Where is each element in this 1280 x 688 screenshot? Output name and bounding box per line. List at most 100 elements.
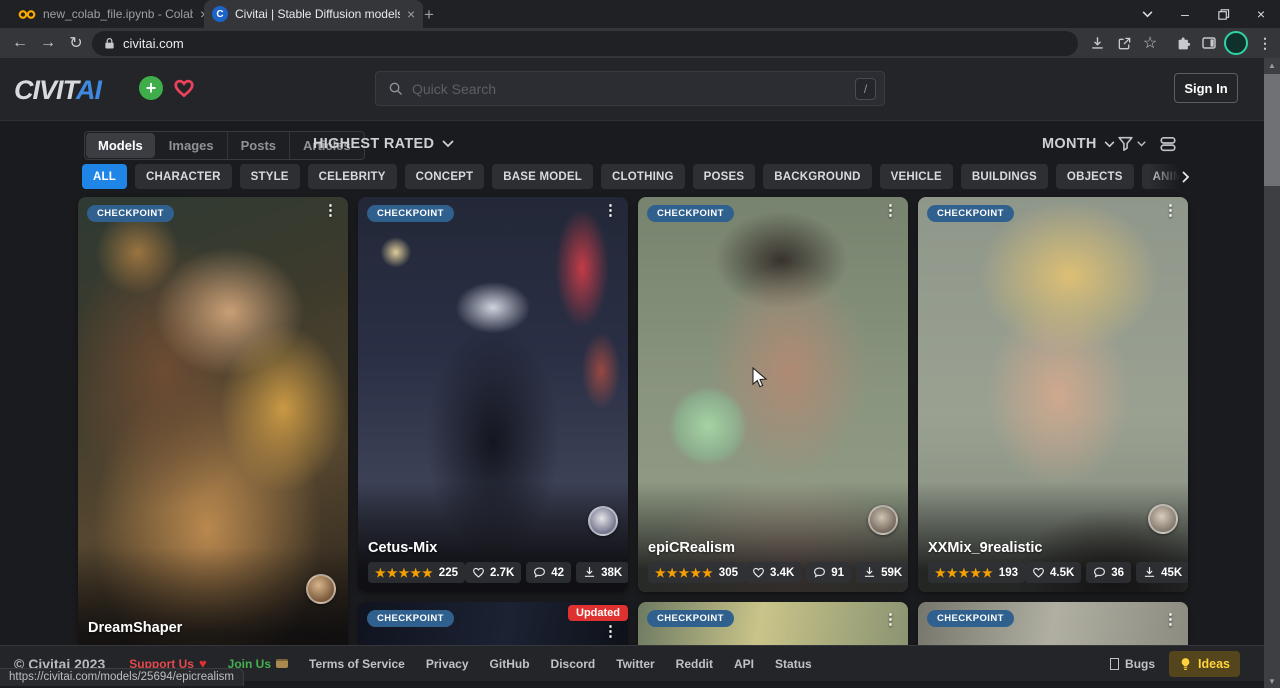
- chip-background[interactable]: BACKGROUND: [763, 164, 871, 189]
- creator-avatar[interactable]: [868, 505, 898, 535]
- scroll-up-icon[interactable]: ▲: [1264, 58, 1280, 72]
- rating-pill: ★★★★★ 305: [648, 562, 745, 583]
- sign-in-button[interactable]: Sign In: [1174, 73, 1238, 103]
- model-card-dreamshaper[interactable]: CHECKPOINT ⋮ DreamShaper: [78, 197, 348, 657]
- civitai-favicon-icon: C: [212, 6, 228, 22]
- model-card-cetus-mix[interactable]: CHECKPOINT ⋮ Cetus-Mix ★★★★★ 225 2.7K 42…: [358, 197, 628, 592]
- period-dropdown[interactable]: MONTH: [1042, 136, 1115, 152]
- new-tab-button[interactable]: +: [418, 4, 440, 26]
- funnel-icon: [1117, 135, 1134, 152]
- layout-toggle-button[interactable]: [1159, 135, 1177, 158]
- filter-funnel-button[interactable]: [1117, 135, 1146, 152]
- checkpoint-badge: CHECKPOINT: [367, 610, 454, 627]
- model-stats: ★★★★★ 193 4.5K 36 45K: [928, 562, 1178, 583]
- tab-close-icon[interactable]: ×: [407, 7, 415, 21]
- footer-link-twitter[interactable]: Twitter: [616, 657, 654, 671]
- chevron-down-icon: [442, 140, 454, 148]
- address-bar[interactable]: civitai.com: [92, 31, 1078, 56]
- scrollbar-thumb[interactable]: [1264, 74, 1280, 186]
- bugs-button[interactable]: Bugs: [1110, 657, 1155, 671]
- side-panel-icon[interactable]: [1198, 32, 1220, 54]
- page-scrollbar[interactable]: ▲ ▼: [1264, 58, 1280, 688]
- search-input[interactable]: [412, 81, 846, 97]
- rating-stars-icon: ★★★★★: [375, 566, 434, 580]
- chip-base-model[interactable]: BASE MODEL: [492, 164, 593, 189]
- search-shortcut-key: /: [855, 78, 876, 100]
- address-url: civitai.com: [123, 36, 184, 51]
- card-menu-button[interactable]: ⋮: [323, 203, 338, 220]
- chip-objects[interactable]: OBJECTS: [1056, 164, 1134, 189]
- card-menu-button[interactable]: ⋮: [1163, 612, 1178, 629]
- footer-link-github[interactable]: GitHub: [490, 657, 530, 671]
- tab-title: Civitai | Stable Diffusion models,: [235, 7, 400, 21]
- checkpoint-badge: CHECKPOINT: [927, 610, 1014, 627]
- quick-search[interactable]: /: [375, 71, 885, 106]
- chip-character[interactable]: CHARACTER: [135, 164, 232, 189]
- extensions-puzzle-icon[interactable]: [1172, 32, 1194, 54]
- ideas-button[interactable]: Ideas: [1169, 651, 1240, 677]
- browser-menu-icon[interactable]: ⋮: [1254, 32, 1276, 54]
- footer-link-terms[interactable]: Terms of Service: [309, 657, 405, 671]
- chip-style[interactable]: STYLE: [240, 164, 300, 189]
- browser-tab-colab[interactable]: new_colab_file.ipynb - Colaborat ×: [10, 0, 216, 28]
- back-button[interactable]: ←: [8, 31, 32, 55]
- window-restore-button[interactable]: [1204, 0, 1242, 28]
- chip-vehicle[interactable]: VEHICLE: [880, 164, 953, 189]
- rating-pill: ★★★★★ 193: [928, 562, 1025, 583]
- search-icon: [388, 81, 403, 96]
- likes-stat: 4.5K: [1025, 562, 1081, 583]
- share-icon[interactable]: [1113, 32, 1135, 54]
- rating-count: 225: [439, 567, 458, 579]
- card-menu-button[interactable]: ⋮: [883, 203, 898, 220]
- chip-concept[interactable]: CONCEPT: [405, 164, 485, 189]
- favorites-heart-icon[interactable]: [171, 76, 197, 100]
- download-toolbar-icon[interactable]: [1086, 32, 1108, 54]
- model-card-epicrealism[interactable]: CHECKPOINT ⋮ epiCRealism ★★★★★ 305 3.4K …: [638, 197, 908, 592]
- window-close-button[interactable]: ×: [1242, 0, 1280, 28]
- creator-avatar[interactable]: [1148, 504, 1178, 534]
- chip-buildings[interactable]: BUILDINGS: [961, 164, 1048, 189]
- chip-poses[interactable]: POSES: [693, 164, 756, 189]
- card-menu-button[interactable]: ⋮: [603, 624, 618, 641]
- reload-button[interactable]: ↻: [64, 31, 88, 55]
- footer-link-privacy[interactable]: Privacy: [426, 657, 469, 671]
- card-menu-button[interactable]: ⋮: [603, 203, 618, 220]
- chips-scroll-right-button[interactable]: [1148, 163, 1190, 190]
- footer-link-status[interactable]: Status: [775, 657, 812, 671]
- card-menu-button[interactable]: ⋮: [1163, 203, 1178, 220]
- creator-avatar[interactable]: [588, 506, 618, 536]
- creator-avatar[interactable]: [306, 574, 336, 604]
- scroll-down-icon[interactable]: ▼: [1264, 674, 1280, 688]
- model-title: XXMix_9realistic: [928, 540, 1178, 556]
- rating-count: 193: [999, 567, 1018, 579]
- forward-button[interactable]: →: [36, 31, 60, 55]
- tab-search-chevron-icon[interactable]: [1128, 0, 1166, 28]
- model-card-xxmix[interactable]: CHECKPOINT ⋮ XXMix_9realistic ★★★★★ 193 …: [918, 197, 1188, 592]
- create-plus-button[interactable]: +: [139, 76, 163, 100]
- footer-link-discord[interactable]: Discord: [551, 657, 596, 671]
- heart-icon: [1032, 566, 1045, 579]
- tab-images[interactable]: Images: [156, 132, 228, 159]
- model-title: Cetus-Mix: [368, 540, 618, 556]
- sort-dropdown[interactable]: HIGHEST RATED: [313, 136, 454, 152]
- browser-tab-civitai[interactable]: C Civitai | Stable Diffusion models, ×: [204, 0, 423, 28]
- likes-stat: 2.7K: [465, 562, 521, 583]
- comments-stat: 36: [1086, 562, 1131, 583]
- chip-clothing[interactable]: CLOTHING: [601, 164, 685, 189]
- model-title: epiCRealism: [648, 540, 898, 556]
- tab-posts[interactable]: Posts: [228, 132, 290, 159]
- download-icon: [583, 566, 596, 579]
- chip-all[interactable]: ALL: [82, 164, 127, 189]
- civitai-logo[interactable]: CIVITAI: [14, 75, 101, 106]
- browser-profile-avatar[interactable]: [1224, 31, 1248, 55]
- tab-models[interactable]: Models: [86, 133, 155, 158]
- browser-tab-strip: new_colab_file.ipynb - Colaborat × C Civ…: [0, 0, 1280, 28]
- footer-link-api[interactable]: API: [734, 657, 754, 671]
- footer-link-reddit[interactable]: Reddit: [676, 657, 713, 671]
- bookmark-star-icon[interactable]: ☆: [1139, 32, 1161, 54]
- card-menu-button[interactable]: ⋮: [883, 612, 898, 629]
- heart-icon: [472, 566, 485, 579]
- chip-celebrity[interactable]: CELEBRITY: [308, 164, 397, 189]
- chevron-right-icon: [1182, 171, 1190, 183]
- window-minimize-button[interactable]: –: [1166, 0, 1204, 28]
